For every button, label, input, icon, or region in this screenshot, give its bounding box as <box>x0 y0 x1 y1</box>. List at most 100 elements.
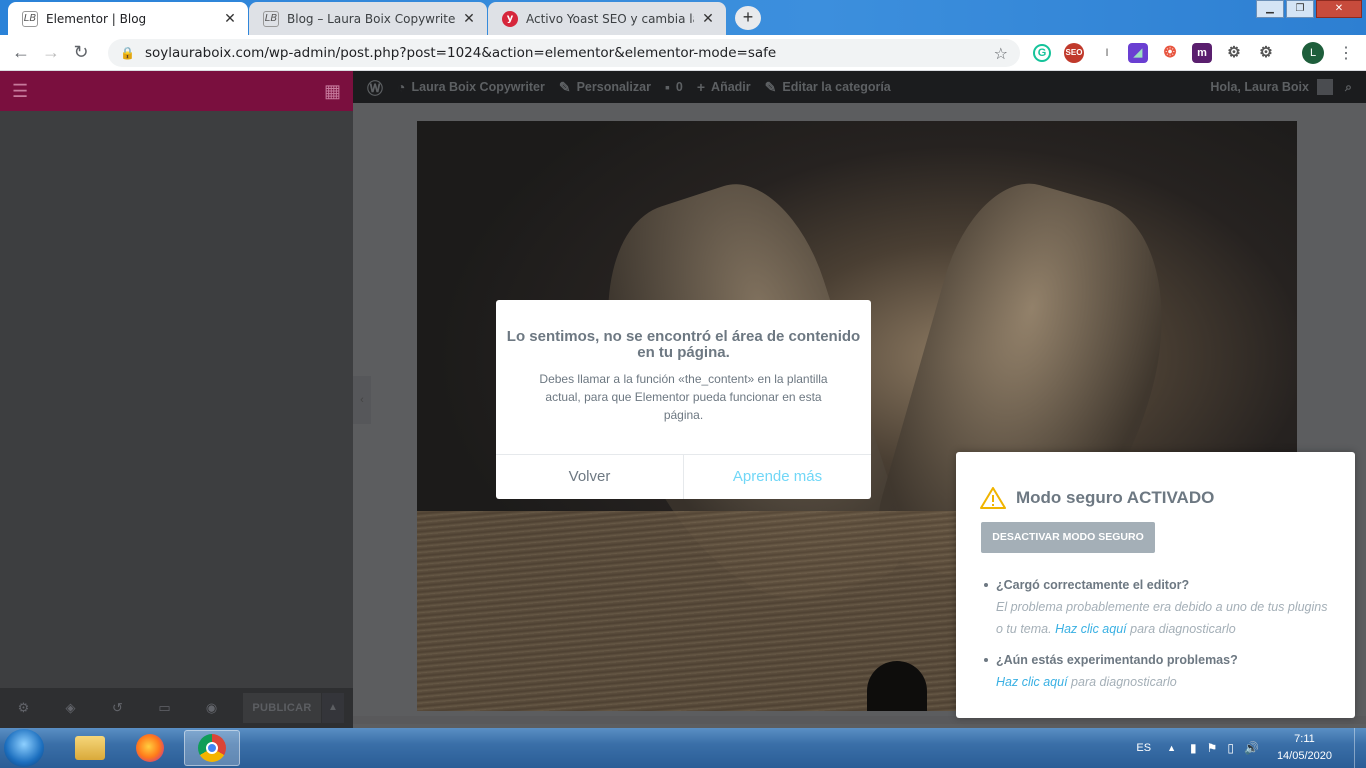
site-name: Laura Boix Copywriter <box>411 80 545 94</box>
forward-arrow-icon[interactable]: → <box>36 42 66 63</box>
brush-icon: ✎ <box>558 78 571 95</box>
url-text[interactable]: soylauraboix.com/wp-admin/post.php?post=… <box>145 45 994 61</box>
list-item: ¿Aún estás experimentando problemas? Haz… <box>984 649 1336 693</box>
close-tab-icon[interactable]: ✕ <box>222 11 238 27</box>
show-hidden-icons-icon[interactable]: ▲ <box>1167 743 1176 753</box>
safe-mode-help-list: ¿Cargó correctamente el editor? El probl… <box>984 574 1336 702</box>
edit-category-label: Editar la categoría <box>782 80 891 94</box>
admin-bar-edit-category[interactable]: ✎ Editar la categoría <box>765 79 891 96</box>
admin-bar-customize[interactable]: ✎ Personalizar <box>559 79 651 96</box>
user-avatar[interactable] <box>1316 79 1333 95</box>
maximize-icon[interactable]: ❐ <box>1286 0 1314 18</box>
laura-boix-favicon-icon: LB <box>263 10 279 27</box>
close-tab-icon[interactable]: ✕ <box>461 11 477 27</box>
tab-blog-laura-boix[interactable]: LB Blog – Laura Boix Copywriter ✕ <box>249 2 487 35</box>
window-close-icon[interactable]: ✕ <box>1316 0 1362 18</box>
safe-mode-title: Modo seguro ACTIVADO <box>1016 488 1215 507</box>
m-icon[interactable]: m <box>1192 43 1212 63</box>
address-bar[interactable]: 🔒 soylauraboix.com/wp-admin/post.php?pos… <box>108 39 1020 67</box>
dialog-title: Lo sentimos, no se encontró el área de c… <box>506 328 861 361</box>
clock-date: 14/05/2020 <box>1276 750 1332 762</box>
lastpass-icon[interactable]: ❂ <box>1160 43 1180 63</box>
elementor-panel-footer: ⚙ ◈ ↺ ▭ ◉ PUBLICAR ▲ <box>0 688 353 728</box>
windows-taskbar: ES ▲ ▮ ⚑ ▯ 🔊 7:11 14/05/2020 <box>0 728 1366 768</box>
window-controls: ▁ ❐ ✕ <box>1254 0 1362 18</box>
battery-icon[interactable]: ▯ <box>1227 741 1234 755</box>
layers-icon[interactable]: ◈ <box>47 700 94 716</box>
bookmark-star-icon[interactable]: ☆ <box>994 44 1008 63</box>
admin-bar-site[interactable]: ◔ Laura Boix Copywriter <box>397 79 545 95</box>
close-tab-icon[interactable]: ✕ <box>700 11 716 27</box>
hamburger-menu-icon[interactable]: ☰ <box>12 81 28 102</box>
firefox-button[interactable] <box>122 730 178 766</box>
disable-safe-mode-button[interactable]: DESACTIVAR MODO SEGURO <box>981 522 1155 553</box>
dialog-message: Debes llamar a la función «the_content» … <box>539 372 828 422</box>
new-tab-button[interactable]: + <box>735 6 761 30</box>
flag-icon[interactable]: ⚑ <box>1207 741 1218 755</box>
safe-mode-header: Modo seguro ACTIVADO <box>980 487 1214 509</box>
settings-icon[interactable]: ⚙ <box>0 700 47 716</box>
admin-bar-comments[interactable]: ▪ 0 <box>665 79 683 95</box>
back-button[interactable]: Volver <box>496 455 684 499</box>
kite-icon[interactable]: ◢ <box>1128 43 1148 63</box>
responsive-icon[interactable]: ▭ <box>141 700 188 716</box>
start-button[interactable] <box>4 729 44 767</box>
volume-icon[interactable]: 🔊 <box>1244 741 1259 755</box>
warning-icon <box>980 487 1006 509</box>
settings-icon[interactable]: ⚙ <box>1256 43 1276 63</box>
yoast-favicon-icon: y <box>502 10 518 27</box>
publish-button[interactable]: PUBLICAR <box>243 693 321 723</box>
search-icon[interactable]: ⌕ <box>1345 80 1352 95</box>
gear-icon[interactable]: ⚙ <box>1224 43 1244 63</box>
learn-more-button[interactable]: Aprende más <box>684 455 871 499</box>
widgets-grid-icon[interactable]: ▦ <box>324 81 341 102</box>
chrome-button[interactable] <box>184 730 240 766</box>
laura-boix-favicon-icon: LB <box>22 10 38 27</box>
signal-icon[interactable]: ▮ <box>1190 741 1197 755</box>
publish-options-icon[interactable]: ▲ <box>322 693 344 723</box>
folder-icon <box>75 736 105 760</box>
clock-time: 7:11 <box>1294 733 1315 745</box>
preview-icon[interactable]: ◉ <box>188 700 235 716</box>
new-label: Añadir <box>711 80 751 94</box>
comment-icon: ▪ <box>664 79 670 95</box>
tab-title: Blog – Laura Boix Copywriter <box>287 11 455 26</box>
tab-yoast-article[interactable]: y Activo Yoast SEO y cambia la apa ✕ <box>488 2 726 35</box>
grammarly-icon[interactable]: G <box>1033 44 1051 62</box>
cursor-icon[interactable]: I <box>1097 43 1117 63</box>
lock-icon: 🔒 <box>120 46 135 60</box>
tab-title: Elementor | Blog <box>46 11 147 26</box>
elementor-panel: ☰ ▦ ⚙ ◈ ↺ ▭ ◉ PUBLICAR ▲ <box>0 71 353 728</box>
minimize-icon[interactable]: ▁ <box>1256 0 1284 18</box>
pencil-icon: ✎ <box>764 78 777 95</box>
clock[interactable]: 7:11 14/05/2020 <box>1277 731 1332 765</box>
list-item: ¿Cargó correctamente el editor? El probl… <box>984 574 1336 640</box>
profile-avatar[interactable]: L <box>1302 42 1324 64</box>
wp-admin-bar: Ⓦ ◔ Laura Boix Copywriter ✎ Personalizar ▪… <box>353 71 1366 103</box>
content-area-error-dialog: Lo sentimos, no se encontró el área de c… <box>496 300 871 499</box>
browser-tabstrip: LB Elementor | Blog ✕ LB Blog – Laura Bo… <box>0 0 1366 35</box>
help-tail: para diagnosticarlo <box>1071 675 1177 689</box>
back-arrow-icon[interactable]: ← <box>6 42 36 63</box>
safe-mode-notice: Modo seguro ACTIVADO DESACTIVAR MODO SEG… <box>956 452 1355 718</box>
customize-label: Personalizar <box>576 80 651 94</box>
admin-bar-greeting[interactable]: Hola, Laura Boix <box>1210 80 1309 94</box>
diagnose-link[interactable]: Haz clic aquí <box>1055 622 1127 636</box>
language-indicator[interactable]: ES <box>1136 742 1151 754</box>
wordpress-logo-icon[interactable]: Ⓦ <box>367 75 383 99</box>
reload-icon[interactable]: ↻ <box>66 42 96 63</box>
panel-collapse-toggle[interactable]: ‹ <box>353 376 371 424</box>
firefox-icon <box>136 734 164 762</box>
elementor-panel-header: ☰ ▦ <box>0 71 353 111</box>
file-explorer-button[interactable] <box>62 730 118 766</box>
show-desktop-button[interactable] <box>1354 728 1366 768</box>
help-question: ¿Aún estás experimentando problemas? <box>996 653 1238 667</box>
chrome-menu-icon[interactable]: ⋮ <box>1338 43 1354 63</box>
tab-elementor-blog[interactable]: LB Elementor | Blog ✕ <box>8 2 248 35</box>
history-icon[interactable]: ↺ <box>94 700 141 716</box>
tab-title: Activo Yoast SEO y cambia la apa <box>526 11 694 26</box>
seo-icon[interactable]: SEO <box>1064 43 1084 63</box>
admin-bar-new[interactable]: + Añadir <box>697 79 751 95</box>
diagnose-link[interactable]: Haz clic aquí <box>996 675 1068 689</box>
help-tail: para diagnosticarlo <box>1130 622 1236 636</box>
